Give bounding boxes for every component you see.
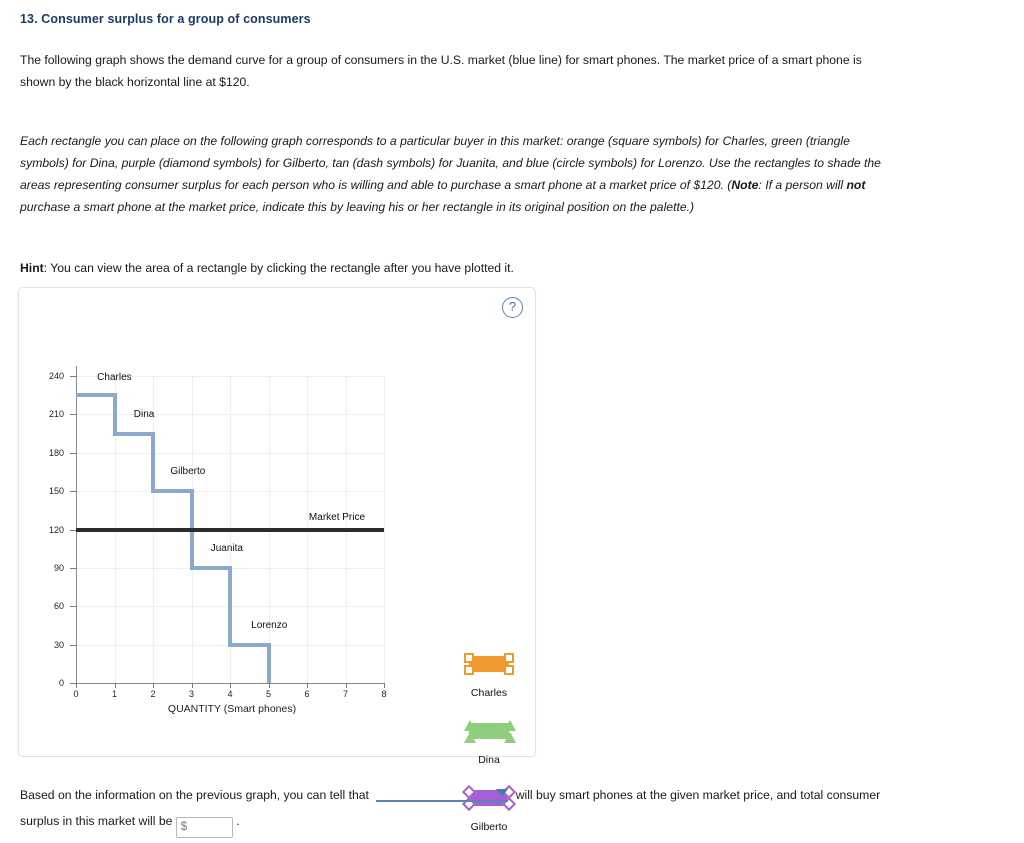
demand-drop-lorenzo: [228, 565, 232, 647]
triangle-handle-icon[interactable]: [464, 732, 476, 743]
demand-drop-dina: [112, 393, 117, 436]
hint-text: : You can view the area of a rectangle b…: [43, 261, 514, 275]
x-tick-mark: [230, 683, 231, 688]
instructions-text-c: purchase a smart phone at the market pri…: [20, 200, 695, 214]
x-tick-mark: [384, 683, 385, 688]
y-tick-label: 210: [48, 409, 64, 420]
intro-paragraph: The following graph shows the demand cur…: [20, 53, 862, 89]
demand-drop-final: [266, 642, 271, 683]
y-tick-label: 180: [48, 447, 64, 458]
y-axis-line: [76, 366, 77, 683]
demand-drop-gilberto: [151, 431, 155, 494]
graph-panel: ? 0 30 60 90 120 150 180 210 240 0 1 2 3 4 5 6 7 8 Charles…: [18, 287, 536, 833]
answer-text-after: .: [236, 814, 240, 828]
annotation-dina: Dina: [133, 408, 155, 420]
palette-rectangle-charles[interactable]: [464, 653, 514, 675]
x-tick-mark: [345, 683, 347, 688]
x-tick-mark: [191, 683, 193, 688]
annotation-juanita: Juanita: [210, 542, 243, 554]
triangle-handle-icon[interactable]: [464, 720, 476, 731]
square-handle-icon[interactable]: [504, 653, 514, 663]
hint-label: Hint: [20, 261, 44, 275]
palette-rectangle-dina[interactable]: [464, 720, 516, 743]
y-tick-label: 60: [53, 601, 64, 612]
triangle-handle-icon[interactable]: [504, 732, 516, 743]
answer-sentence: Based on the information on the previous…: [20, 782, 900, 838]
note-label: Note: [731, 178, 759, 192]
annotation-charles: Charles: [97, 371, 132, 383]
y-tick-label: 90: [53, 562, 64, 573]
x-tick-label: 3: [188, 689, 194, 699]
hint-paragraph: Hint: You can view the area of a rectang…: [20, 257, 880, 279]
x-tick-label: 0: [73, 689, 79, 699]
x-tick-label: 5: [265, 689, 271, 699]
surplus-input[interactable]: [175, 816, 233, 838]
square-handle-icon[interactable]: [464, 665, 474, 675]
x-tick-label: 1: [111, 689, 117, 699]
rectangle-body: [469, 656, 509, 672]
instructions-text-b: : If a person will: [758, 178, 847, 192]
x-tick-label: 6: [304, 689, 310, 699]
triangle-handle-icon[interactable]: [504, 720, 516, 731]
demand-step-charles: [76, 393, 117, 398]
square-handle-icon[interactable]: [464, 653, 474, 663]
y-tick-mark: [70, 376, 76, 377]
x-tick-label: 4: [227, 689, 233, 699]
x-tick-mark: [114, 683, 116, 688]
palette-item-dina[interactable]: Dina: [434, 720, 544, 787]
buyers-dropdown[interactable]: [376, 785, 509, 802]
palette-item-charles[interactable]: Charles: [434, 653, 544, 720]
x-axis-title: QUANTITY (Smart phones): [167, 703, 297, 715]
y-tick-label: 30: [53, 639, 64, 650]
y-tick-mark: [70, 491, 76, 493]
y-tick-mark: [70, 414, 76, 416]
y-tick-label: 240: [48, 371, 64, 381]
not-emphasis: not: [846, 178, 866, 192]
page-title: 13. Consumer surplus for a group of cons…: [20, 12, 311, 26]
x-tick-mark: [268, 683, 270, 688]
annotation-market-price: Market Price: [308, 512, 366, 524]
x-tick-mark: [76, 683, 77, 688]
y-tick-mark: [70, 452, 76, 454]
x-tick-label: 7: [342, 689, 348, 699]
y-tick-label: 150: [48, 486, 64, 497]
y-tick-mark: [70, 606, 76, 608]
demand-step-lorenzo: [230, 642, 271, 647]
chevron-down-icon: [496, 789, 509, 797]
instructions-paragraph: Each rectangle you can place on the foll…: [20, 130, 882, 218]
y-tick-label: 120: [48, 524, 64, 535]
x-tick-mark: [153, 683, 154, 688]
y-tick-mark: [70, 567, 76, 569]
annotation-gilberto: Gilberto: [170, 466, 206, 478]
demand-step-dina: [114, 431, 155, 436]
y-tick-mark: [70, 644, 76, 646]
y-tick-label: 0: [58, 678, 64, 688]
answer-text-before: Based on the information on the previous…: [20, 788, 369, 802]
demand-step-juanita: [191, 565, 232, 570]
palette-label-dina: Dina: [478, 754, 500, 766]
annotation-lorenzo: Lorenzo: [251, 619, 288, 631]
demand-step-gilberto: [153, 489, 194, 494]
x-tick-mark: [307, 683, 308, 688]
palette-label-charles: Charles: [470, 687, 508, 699]
x-tick-label: 8: [381, 689, 387, 699]
x-tick-label: 2: [150, 689, 156, 699]
page-root: 13. Consumer surplus for a group of cons…: [0, 0, 1024, 843]
square-handle-icon[interactable]: [504, 665, 514, 675]
market-price-line: [76, 527, 384, 532]
grid-line-vertical: [384, 376, 385, 683]
